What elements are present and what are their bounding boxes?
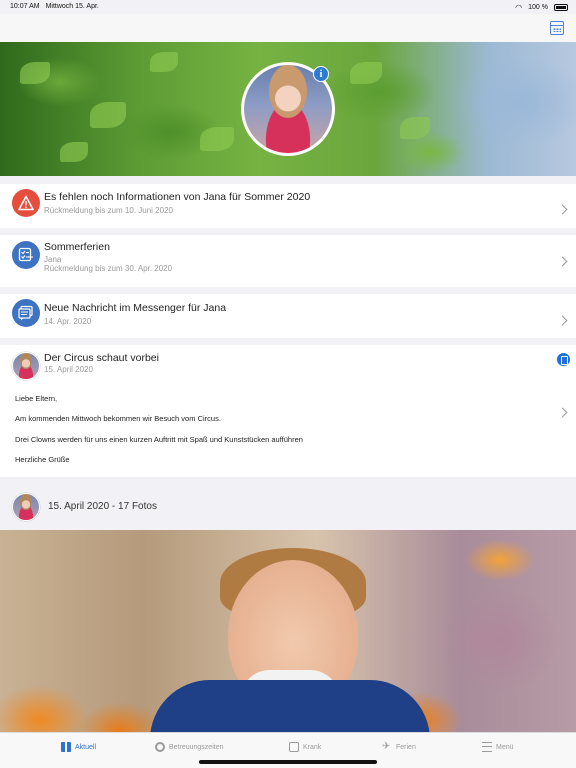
warning-icon [12,189,40,217]
tab-label: Aktuell [75,743,97,751]
nav-bar [0,14,576,42]
home-indicator [199,760,377,764]
checklist-icon [12,241,40,269]
post-line: Liebe Eltern, [15,394,58,403]
card-date: 14. Apr. 2020 [44,317,92,326]
calendar-icon[interactable] [550,21,564,35]
tab-label: Ferien [396,743,416,751]
photo-album-header[interactable]: 15. April 2020 - 17 Fotos [0,486,576,530]
post-title: Der Circus schaut vorbei [44,352,159,364]
tab-ferien[interactable]: ✈ Ferien [382,742,416,752]
chevron-right-icon [557,407,568,418]
clipboard-icon[interactable] [557,353,570,366]
post-date: 15. April 2020 [44,365,93,374]
chevron-right-icon [557,315,568,326]
tab-menu[interactable]: Menü [482,742,514,752]
post-line: Herzliche Grüße [15,455,70,464]
status-time: 10:07 AM [10,3,40,10]
avatar [12,352,40,380]
missing-info-card[interactable]: Es fehlen noch Informationen von Jana fü… [0,184,576,228]
thermometer-icon [289,742,299,752]
battery-icon [554,4,568,11]
chevron-right-icon [557,204,568,215]
tab-label: Krank [303,743,322,751]
plane-icon: ✈ [382,741,391,752]
holidays-card[interactable]: Sommerferien Jana Rückmeldung bis zum 30… [0,235,576,287]
status-date: Mittwoch 15. Apr. [45,3,99,10]
photo-album-label: 15. April 2020 - 17 Fotos [48,501,157,512]
card-title: Es fehlen noch Informationen von Jana fü… [44,191,311,203]
post-line: Drei Clowns werden für uns einen kurzen … [15,435,303,444]
album-photo[interactable] [0,530,576,732]
card-subtitle: Rückmeldung bis zum 10. Juni 2020 [44,206,173,215]
tab-krank[interactable]: Krank [289,742,321,752]
circus-post-card[interactable]: Der Circus schaut vorbei 15. April 2020 … [0,345,576,477]
card-title: Sommerferien [44,241,110,253]
card-title: Neue Nachricht im Messenger für Jana [44,302,227,314]
clock-icon [155,742,165,752]
tab-aktuell[interactable]: Aktuell [61,742,96,752]
info-icon[interactable]: i [313,66,329,82]
tab-label: Menü [496,743,514,751]
card-subtitle: Rückmeldung bis zum 30. Apr. 2020 [44,264,173,273]
chevron-right-icon [557,256,568,267]
avatar [12,493,40,521]
menu-icon [482,742,492,752]
battery-percent: 100 % [528,4,548,11]
message-card[interactable]: Neue Nachricht im Messenger für Jana 14.… [0,294,576,338]
message-icon [12,299,40,327]
status-bar: 10:07 AM Mittwoch 15. Apr. ◠ 100 % [0,0,576,14]
post-line: Am kommenden Mittwoch bekommen wir Besuc… [15,414,221,423]
news-icon [61,742,71,752]
tab-label: Betreuungszeiten [169,743,224,751]
tab-betreuungszeiten[interactable]: Betreuungszeiten [155,742,223,752]
wifi-icon: ◠ [515,3,523,12]
